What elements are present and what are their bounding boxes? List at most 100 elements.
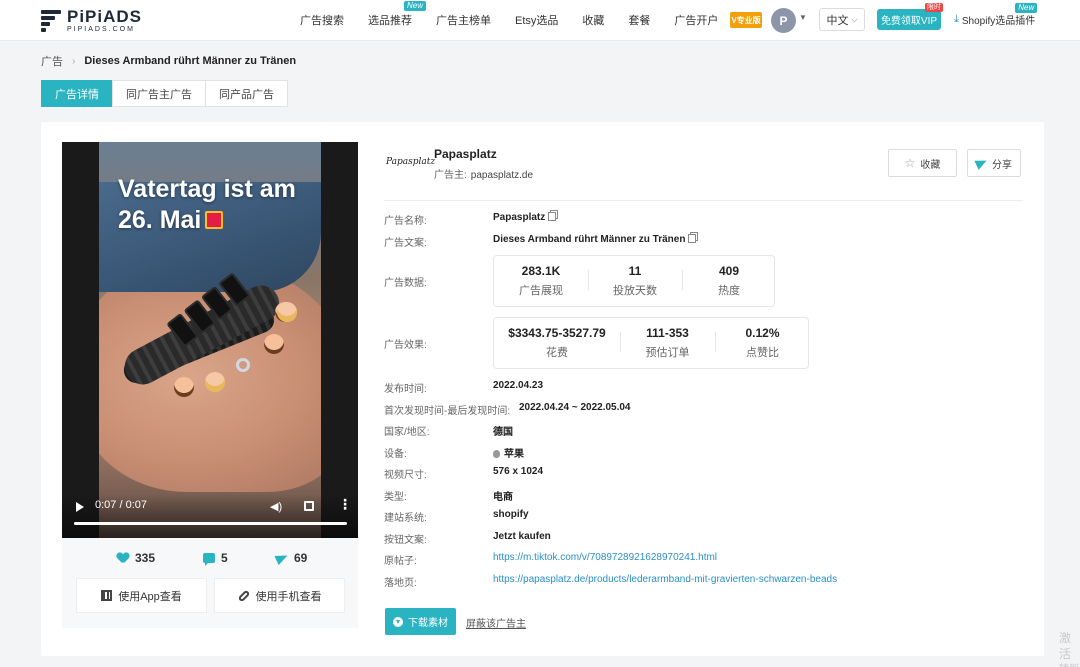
video-size-value: 576 x 1024	[493, 466, 544, 477]
advertiser-domain[interactable]: papasplatz.de	[471, 170, 533, 181]
logo-mark-icon	[41, 9, 61, 32]
nav-product-picks[interactable]: 选品推荐 New	[368, 1, 426, 28]
language-select[interactable]: 中文 ⌵	[819, 8, 865, 31]
apple-icon	[493, 450, 500, 458]
nav-plans[interactable]: 套餐	[628, 12, 650, 28]
advertiser-logo: Papasplatz	[386, 157, 436, 167]
gift-icon	[205, 211, 224, 229]
chevron-down-icon: ⌵	[851, 14, 858, 24]
type-value: 电商	[493, 492, 513, 503]
share-icon	[274, 550, 290, 566]
share-button[interactable]: 分享	[967, 149, 1021, 177]
cta-value: Jetzt kaufen	[493, 531, 551, 542]
free-vip-button[interactable]: 免费领取VIP 限时	[877, 3, 943, 30]
top-navigation-bar: PiPiADS PIPIADS.COM 广告搜索 选品推荐 New 广告主榜单 E…	[0, 0, 1080, 41]
device-value: 苹果	[493, 445, 524, 460]
logo-name: PiPiADS	[67, 7, 143, 26]
link-icon	[237, 589, 250, 602]
device-label: 设备:	[384, 449, 407, 460]
seen-range-label: 首次发现时间-最后发现时间:	[384, 406, 511, 417]
download-icon: ⤓	[954, 13, 959, 25]
section-divider	[384, 200, 1023, 201]
advertiser-name[interactable]: Papasplatz	[434, 147, 497, 161]
face-emoji-icon	[264, 334, 284, 354]
more-options-icon[interactable]: ⋮	[338, 497, 352, 511]
platform-label: 建站系统:	[384, 513, 427, 524]
view-in-app-button[interactable]: 使用App查看	[76, 578, 207, 613]
breadcrumb-root[interactable]: 广告	[41, 53, 63, 69]
pipiads-logo[interactable]: PiPiADS PIPIADS.COM	[41, 8, 142, 33]
tab-same-advertiser[interactable]: 同广告主广告	[112, 80, 206, 107]
video-caption: Vatertag ist am 26. Mai	[118, 175, 296, 234]
limited-time-badge: 限时	[925, 3, 943, 12]
original-post-label: 原帖子:	[384, 556, 417, 567]
advertiser-domain-line: 广告主: papasplatz.de	[434, 170, 534, 181]
comment-icon	[203, 553, 215, 566]
heart-icon	[117, 553, 129, 564]
user-avatar[interactable]: P	[771, 8, 796, 33]
landing-page-link[interactable]: https://papasplatz.de/products/lederarmb…	[493, 574, 837, 585]
metric-orders: 111-353 预估订单	[645, 326, 690, 359]
shopify-plugin-link[interactable]: ⤓ Shopify选品插件 New	[954, 3, 1038, 27]
video-controls: 0:07 / 0:07 ◀) ⋮	[62, 494, 358, 538]
landing-page-label: 落地页:	[384, 578, 417, 589]
ring-emoji-icon	[236, 358, 250, 372]
metric-days: 11 投放天数	[613, 264, 657, 297]
copy-icon[interactable]	[688, 234, 697, 243]
video-time: 0:07 / 0:07	[95, 499, 147, 511]
ad-name-label: 广告名称:	[384, 216, 427, 227]
volume-icon[interactable]: ◀)	[270, 500, 282, 513]
nav-ad-account[interactable]: 广告开户	[674, 12, 718, 28]
face-emoji-icon	[174, 377, 194, 397]
view-on-phone-button[interactable]: 使用手机查看	[214, 578, 345, 613]
star-icon: ☆	[904, 156, 916, 170]
chevron-down-icon[interactable]: ▼	[799, 13, 807, 22]
nav-favorites[interactable]: 收藏	[582, 12, 604, 28]
country-label: 国家/地区:	[384, 427, 430, 438]
publish-value: 2022.04.23	[493, 380, 544, 391]
ad-copy-label: 广告文案:	[384, 238, 427, 249]
original-post-link[interactable]: https://m.tiktok.com/v/70897289216289702…	[493, 552, 717, 563]
pro-version-badge[interactable]: V专业版	[730, 12, 762, 28]
face-emoji-icon	[277, 302, 297, 322]
shares-stat: 69	[274, 550, 307, 566]
publish-label: 发布时间:	[384, 384, 427, 395]
metric-impressions: 283.1K 广告展现	[519, 264, 563, 297]
engagement-panel: 335 5 69 使用App查看 使用手机查看	[62, 538, 358, 628]
new-badge: New	[1015, 3, 1038, 13]
country-value: 德国	[493, 427, 513, 438]
copy-icon[interactable]	[548, 212, 557, 221]
main-nav: 广告搜索 选品推荐 New 广告主榜单 Etsy选品 收藏 套餐 广告开户	[300, 0, 742, 40]
type-label: 类型:	[384, 492, 407, 503]
block-advertiser-link[interactable]: 屏蔽该广告主	[466, 615, 526, 630]
qr-code-icon	[101, 590, 113, 601]
breadcrumb: 广告 › Dieses Armband rührt Männer zu Trän…	[41, 53, 296, 69]
seen-range-value: 2022.04.24 ~ 2022.05.04	[519, 402, 631, 413]
tab-ad-details[interactable]: 广告详情	[41, 80, 113, 107]
metric-heat: 409 热度	[718, 264, 740, 297]
download-icon	[393, 616, 403, 627]
download-material-button[interactable]: 下载素材	[385, 608, 456, 635]
play-icon[interactable]	[76, 502, 84, 512]
video-size-label: 视频尺寸:	[384, 470, 427, 481]
ad-data-box: 283.1K 广告展现 11 投放天数 409 热度	[493, 255, 775, 307]
favorite-button[interactable]: ☆ 收藏	[888, 149, 957, 177]
new-badge: New	[403, 1, 426, 11]
ad-video-player[interactable]: Vatertag ist am 26. Mai 0:07 / 0:07 ◀) ⋮	[62, 142, 358, 538]
tab-same-product[interactable]: 同产品广告	[205, 80, 288, 107]
likes-stat: 335	[117, 551, 155, 565]
platform-value: shopify	[493, 509, 529, 520]
detail-tabs: 广告详情 同广告主广告 同产品广告	[41, 80, 288, 107]
chevron-right-icon: ›	[72, 55, 76, 67]
ad-data-label: 广告数据:	[384, 278, 427, 289]
nav-advertiser-ranking[interactable]: 广告主榜单	[436, 12, 491, 28]
cta-label: 按钮文案:	[384, 535, 427, 546]
metric-like-ratio: 0.12% 点赞比	[745, 326, 780, 359]
nav-ad-search[interactable]: 广告搜索	[300, 12, 344, 28]
metric-spend: $3343.75-3527.79 花费	[508, 326, 606, 359]
breadcrumb-current: Dieses Armband rührt Männer zu Tränen	[84, 55, 297, 67]
fullscreen-icon[interactable]	[304, 501, 314, 511]
nav-etsy-picks[interactable]: Etsy选品	[515, 12, 558, 28]
comments-stat: 5	[203, 551, 228, 566]
video-progress-bar[interactable]	[74, 522, 347, 525]
